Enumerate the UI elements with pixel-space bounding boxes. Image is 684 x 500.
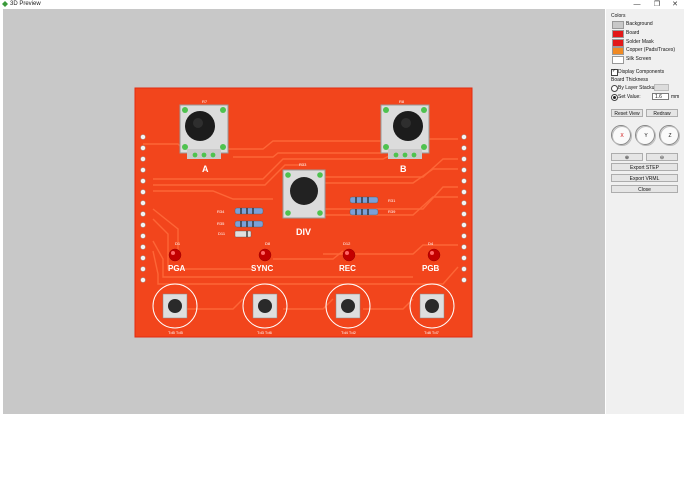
reset-view-button[interactable]: Reset View — [611, 109, 643, 117]
rotate-y-dial[interactable]: Y — [635, 125, 656, 146]
ref-r39: R39 — [388, 209, 396, 214]
knob-label-b: B — [400, 164, 407, 174]
button-foot-label: Td3 Td6 — [257, 330, 272, 335]
button-label-rec: REC — [339, 264, 356, 273]
maximize-button[interactable]: ❐ — [648, 0, 666, 9]
ref-r7: R7 — [202, 99, 208, 104]
close-button[interactable]: Close — [611, 185, 678, 193]
solder-mask-color-label: Solder Mask — [626, 39, 654, 45]
button-label-pgb: PGB — [422, 264, 440, 273]
set-value-radio[interactable] — [611, 94, 618, 101]
rotate-y-label: Y — [636, 126, 656, 146]
board-color-swatch[interactable] — [612, 30, 624, 38]
ref-r34: R34 — [217, 209, 225, 214]
window-title: 3D Preview — [10, 1, 41, 7]
ref-r8: R8 — [399, 99, 405, 104]
display-components-label: Display Components — [618, 69, 665, 75]
layer-stackup-field — [654, 84, 669, 91]
button-foot-label: Td5 Td5 — [168, 330, 183, 335]
background-color-swatch[interactable] — [612, 21, 624, 29]
zoom-in-icon: ⊕ — [624, 155, 630, 161]
led-ref: D4 — [428, 241, 434, 246]
colors-heading: Colors — [611, 13, 626, 19]
board-color-label: Board — [626, 30, 640, 36]
silk-screen-color-swatch[interactable] — [612, 56, 624, 64]
rotate-z-label: Z — [660, 126, 680, 146]
display-components-checkbox[interactable] — [611, 68, 618, 76]
by-layer-stackup-radio[interactable] — [611, 85, 618, 92]
thickness-unit: mm — [671, 94, 680, 100]
led-ref: D8 — [265, 241, 271, 246]
3d-viewport[interactable]: A B DIV R7 R8 R33 R34 R35 D11 R31 R39 D1… — [3, 9, 605, 414]
button-foot-label: Td4 Td2 — [341, 330, 356, 335]
potentiometer-a — [179, 104, 229, 159]
redraw-button[interactable]: Redraw — [646, 109, 678, 117]
zoom-in-button[interactable]: ⊕ — [611, 153, 643, 161]
ref-r31: R31 — [388, 198, 396, 203]
silk-screen-color-label: Silk Screen — [626, 56, 652, 62]
rotate-x-dial[interactable]: X — [611, 125, 632, 146]
button-foot-label: Td8 Td7 — [424, 330, 439, 335]
knob-label-a: A — [202, 164, 209, 174]
title-bar: 3D Preview — ❐ ✕ — [0, 0, 684, 9]
solder-mask-color-swatch[interactable] — [612, 39, 624, 47]
close-window-button[interactable]: ✕ — [666, 0, 684, 9]
button-label-pga: PGA — [168, 264, 186, 273]
ref-r35: R35 — [217, 221, 225, 226]
board-render — [134, 87, 473, 338]
export-step-button[interactable]: Export STEP — [611, 163, 678, 171]
zoom-out-button[interactable]: ⊖ — [646, 153, 678, 161]
minimize-button[interactable]: — — [628, 0, 646, 9]
control-panel: Colors Background Board Solder Mask Copp… — [606, 9, 684, 414]
background-color-label: Background — [626, 21, 653, 27]
rotate-x-label: X — [612, 126, 632, 146]
board-thickness-label: Board Thickness — [611, 77, 649, 83]
copper-color-label: Copper (Pads/Traces) — [626, 47, 675, 53]
potentiometer-b — [380, 104, 430, 159]
ref-r33: R33 — [299, 162, 307, 167]
potentiometer-div — [282, 169, 326, 219]
thickness-input[interactable]: 1.6 — [652, 93, 669, 100]
zoom-out-icon: ⊖ — [659, 155, 665, 161]
button-label-sync: SYNC — [251, 264, 274, 273]
copper-color-swatch[interactable] — [612, 47, 624, 55]
ref-d11: D11 — [218, 231, 226, 236]
export-vrml-button[interactable]: Export VRML — [611, 174, 678, 182]
led-ref: D1 — [175, 241, 181, 246]
knob-label-div: DIV — [296, 227, 312, 237]
by-layer-stackup-label: By Layer Stackup — [618, 85, 658, 91]
led-ref: D12 — [343, 241, 351, 246]
rotate-z-dial[interactable]: Z — [659, 125, 680, 146]
set-value-label: Set Value: — [618, 94, 641, 100]
app-icon — [2, 1, 8, 7]
